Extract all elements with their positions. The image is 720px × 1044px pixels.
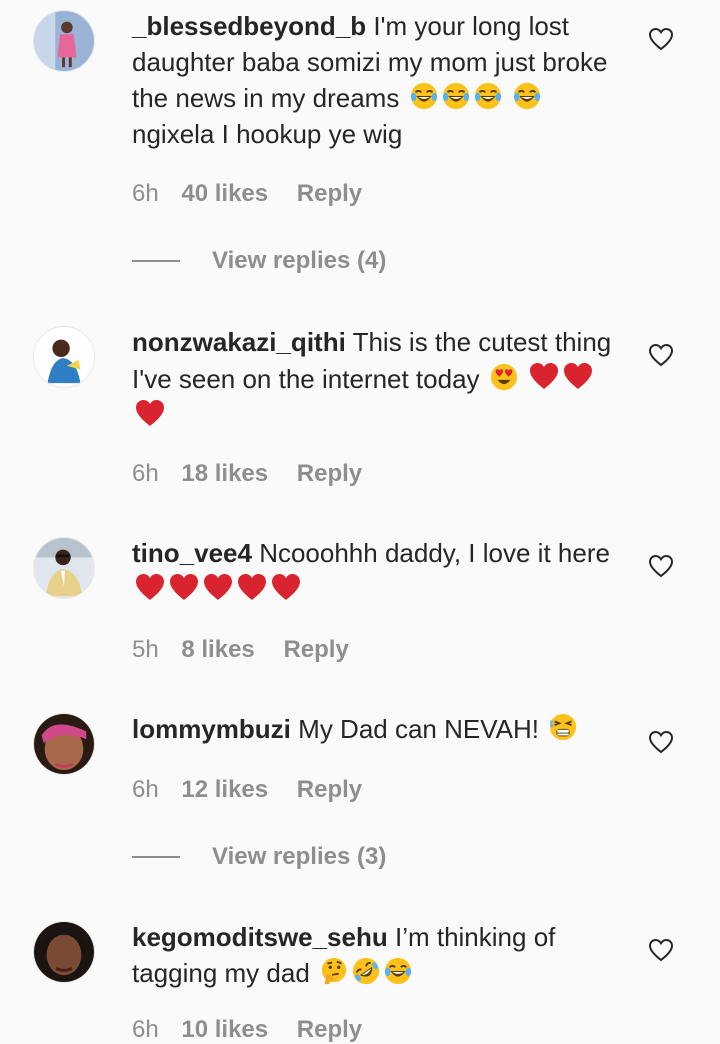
red-heart-icon xyxy=(168,571,200,603)
comment-body: My Dad can NEVAH! xyxy=(298,714,539,744)
comment-time: 5h xyxy=(132,636,159,663)
avatar-photo xyxy=(34,714,94,774)
comment-meta: 6h 10 likes Reply xyxy=(132,1016,362,1044)
comment-username[interactable]: tino_vee4 xyxy=(132,538,252,568)
replies-divider xyxy=(132,260,180,262)
view-replies-label: View replies (4) xyxy=(212,247,387,274)
red-heart-icon xyxy=(202,571,234,603)
avatar-photo xyxy=(34,538,94,598)
comment-meta: 6h 40 likes Reply xyxy=(132,180,362,208)
face-with-tears-of-joy-icon xyxy=(512,81,542,111)
tired-face-icon xyxy=(548,712,578,742)
avatar-photo xyxy=(34,327,94,387)
comment-username[interactable]: lommymbuzi xyxy=(132,714,291,744)
reply-button[interactable]: Reply xyxy=(297,180,362,207)
red-heart-icon xyxy=(134,397,166,429)
like-heart-icon[interactable] xyxy=(648,729,674,755)
comment-text: _blessedbeyond_b I'm your long lost daug… xyxy=(132,8,622,152)
avatar[interactable] xyxy=(33,326,95,388)
comment-body: Ncooohhh daddy, I love it here xyxy=(259,538,610,568)
reply-button[interactable]: Reply xyxy=(297,1016,362,1043)
comment-username[interactable]: nonzwakazi_qithi xyxy=(132,327,346,357)
like-heart-icon[interactable] xyxy=(648,937,674,963)
comment-time: 6h xyxy=(132,1016,159,1043)
comment-likes[interactable]: 10 likes xyxy=(181,1016,268,1043)
red-heart-icon xyxy=(134,571,166,603)
view-replies-button[interactable]: View replies (4) xyxy=(132,246,386,276)
comment-time: 6h xyxy=(132,776,159,803)
reply-button[interactable]: Reply xyxy=(297,776,362,803)
comment-text: nonzwakazi_qithi This is the cutest thin… xyxy=(132,324,622,434)
comment-text: tino_vee4 Ncooohhh daddy, I love it here xyxy=(132,535,622,608)
comment-likes[interactable]: 18 likes xyxy=(181,460,268,487)
replies-divider xyxy=(132,856,180,858)
avatar-photo xyxy=(34,11,94,71)
comment-username[interactable]: _blessedbeyond_b xyxy=(132,11,366,41)
red-heart-icon xyxy=(528,360,560,392)
face-with-tears-of-joy-icon xyxy=(409,81,439,111)
reply-button[interactable]: Reply xyxy=(297,460,362,487)
avatar[interactable] xyxy=(33,537,95,599)
comment-likes[interactable]: 40 likes xyxy=(181,180,268,207)
smiling-face-with-heart-eyes-icon xyxy=(489,362,519,392)
reply-button[interactable]: Reply xyxy=(283,636,348,663)
comment-meta: 5h 8 likes Reply xyxy=(132,636,349,664)
thinking-face-icon xyxy=(319,956,349,986)
comment-text: lommymbuzi My Dad can NEVAH! xyxy=(132,711,622,747)
avatar-photo xyxy=(34,922,94,982)
view-replies-label: View replies (3) xyxy=(212,843,387,870)
like-heart-icon[interactable] xyxy=(648,26,674,52)
like-heart-icon[interactable] xyxy=(648,342,674,368)
comment-body-continued: ngixela I hookup ye wig xyxy=(132,119,403,149)
red-heart-icon xyxy=(562,360,594,392)
comment-meta: 6h 18 likes Reply xyxy=(132,460,362,488)
comment-time: 6h xyxy=(132,460,159,487)
comment-time: 6h xyxy=(132,180,159,207)
face-with-tears-of-joy-icon xyxy=(441,81,471,111)
avatar[interactable] xyxy=(33,10,95,72)
comment-text: kegomoditswe_sehu I’m thinking of taggin… xyxy=(132,919,622,991)
comment-likes[interactable]: 8 likes xyxy=(181,636,254,663)
avatar[interactable] xyxy=(33,713,95,775)
rolling-on-floor-laughing-icon xyxy=(351,956,381,986)
view-replies-button[interactable]: View replies (3) xyxy=(132,842,386,872)
comment-likes[interactable]: 12 likes xyxy=(181,776,268,803)
comment-meta: 6h 12 likes Reply xyxy=(132,776,362,804)
comment-username[interactable]: kegomoditswe_sehu xyxy=(132,922,388,952)
like-heart-icon[interactable] xyxy=(648,553,674,579)
red-heart-icon xyxy=(236,571,268,603)
face-with-tears-of-joy-icon xyxy=(473,81,503,111)
avatar[interactable] xyxy=(33,921,95,983)
face-with-tears-of-joy-icon xyxy=(383,956,413,986)
red-heart-icon xyxy=(270,571,302,603)
